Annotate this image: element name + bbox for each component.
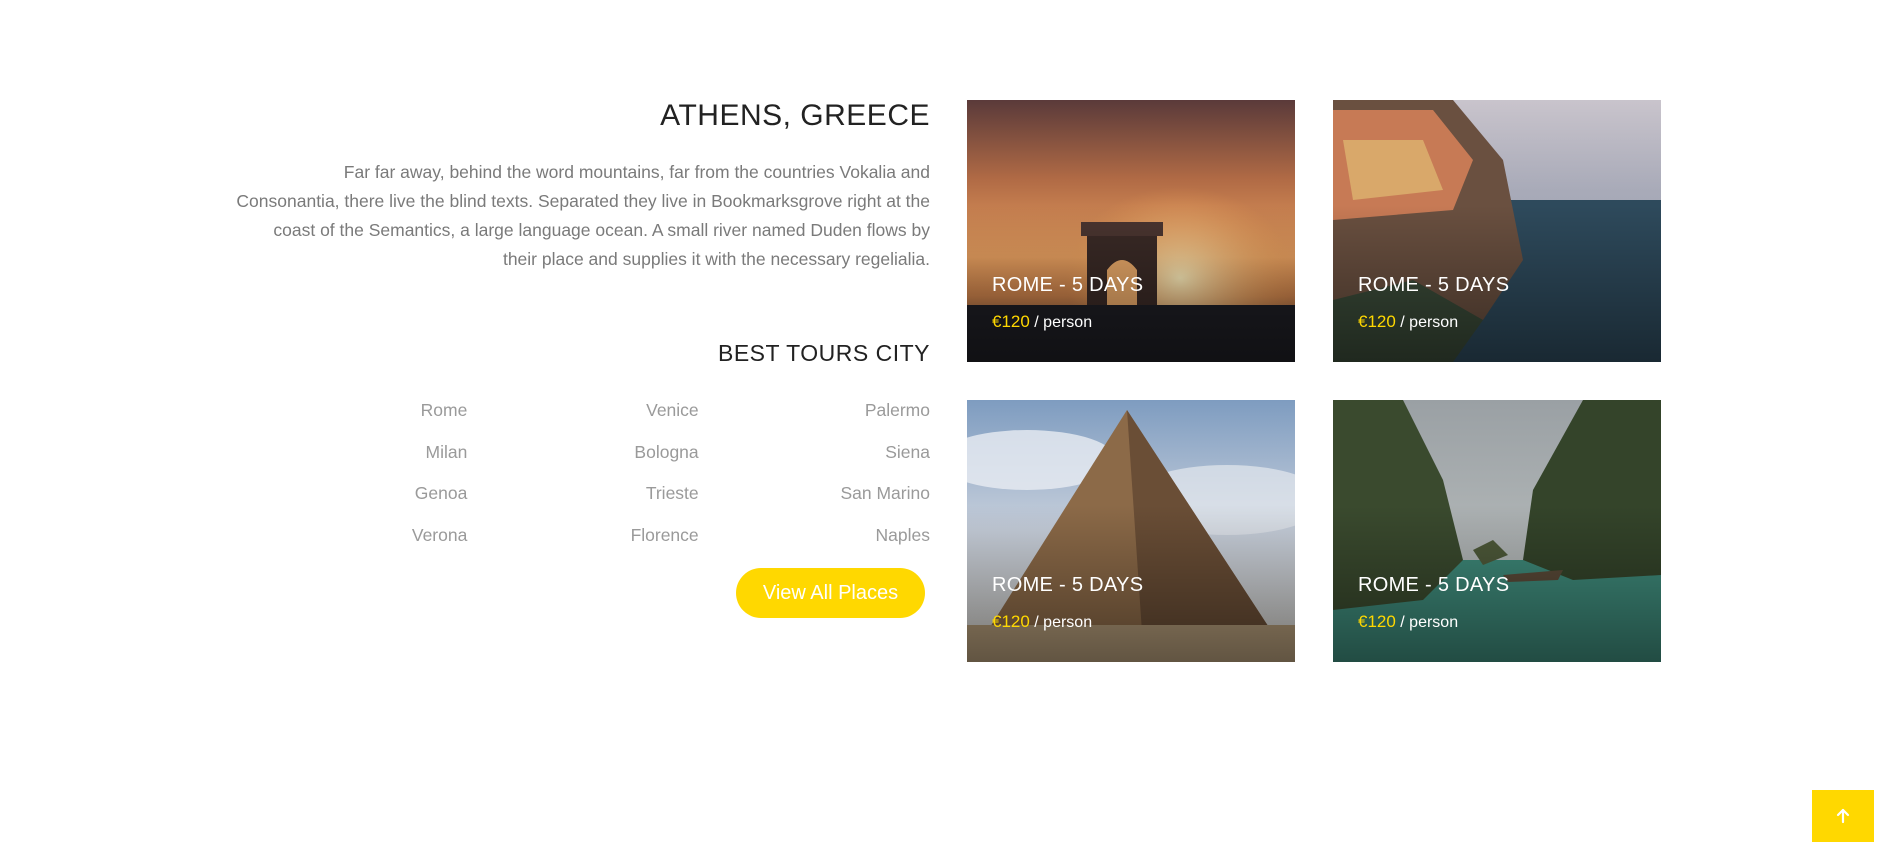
tour-price: €120 / person [992, 312, 1092, 332]
view-all-places-button[interactable]: View All Places [736, 568, 925, 618]
city-link[interactable]: Rome [236, 390, 468, 432]
city-link[interactable]: Milan [236, 432, 468, 474]
price-unit: / person [1034, 614, 1093, 631]
price-amount: €120 [992, 612, 1030, 631]
destination-info: ATHENS, GREECE Far far away, behind the … [236, 96, 930, 556]
price-unit: / person [1034, 314, 1093, 331]
city-link[interactable]: Verona [236, 515, 467, 557]
tour-card[interactable]: ROME - 5 DAYS €120 / person [967, 100, 1295, 362]
city-link[interactable]: Bologna [467, 432, 698, 474]
city-link[interactable]: San Marino [699, 473, 930, 515]
city-link[interactable]: Genoa [236, 473, 468, 515]
price-unit: / person [1400, 314, 1459, 331]
tour-price: €120 / person [992, 612, 1092, 632]
price-unit: / person [1400, 614, 1459, 631]
tour-card[interactable]: ROME - 5 DAYS €120 / person [1333, 400, 1661, 662]
price-amount: €120 [992, 312, 1030, 331]
tour-title: ROME - 5 DAYS [1358, 574, 1510, 596]
tour-card[interactable]: ROME - 5 DAYS €120 / person [967, 400, 1295, 662]
city-list: Rome Venice Palermo Milan Bologna Siena … [236, 390, 930, 556]
city-link[interactable]: Trieste [467, 473, 699, 515]
tour-title: ROME - 5 DAYS [992, 574, 1144, 596]
price-amount: €120 [1358, 312, 1396, 331]
destination-description: Far far away, behind the word mountains,… [236, 162, 930, 269]
tour-title: ROME - 5 DAYS [1358, 274, 1510, 296]
tour-price: €120 / person [1358, 312, 1458, 332]
city-link[interactable]: Florence [467, 515, 699, 557]
city-link[interactable]: Naples [699, 515, 930, 557]
scroll-top-button[interactable] [1812, 790, 1874, 842]
tour-card[interactable]: ROME - 5 DAYS €120 / person [1333, 100, 1661, 362]
arrow-up-icon [1836, 808, 1850, 824]
city-link[interactable]: Venice [467, 390, 699, 432]
price-amount: €120 [1358, 612, 1396, 631]
best-tours-heading: BEST TOURS CITY [718, 340, 930, 366]
tour-price: €120 / person [1358, 612, 1458, 632]
tour-title: ROME - 5 DAYS [992, 274, 1144, 296]
city-link[interactable]: Palermo [699, 390, 930, 432]
destination-title: ATHENS, GREECE [660, 99, 930, 132]
city-link[interactable]: Siena [699, 432, 930, 474]
